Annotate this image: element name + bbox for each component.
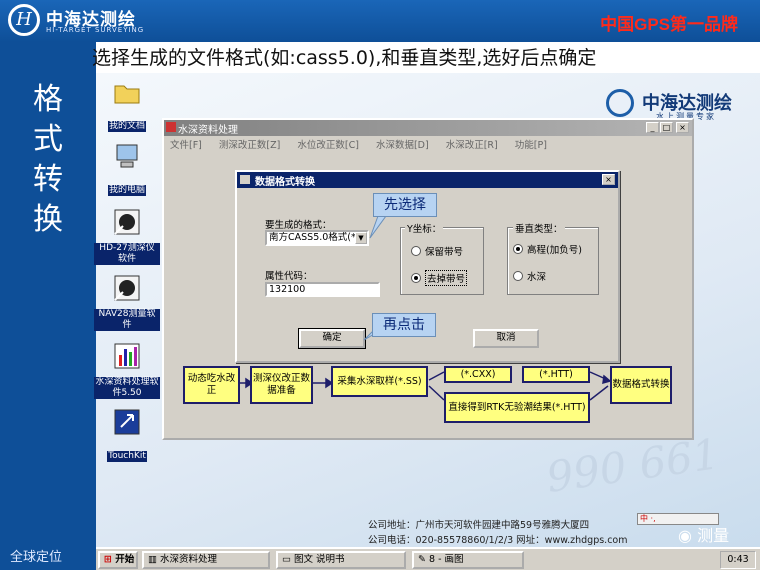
slide-section-title: 格式转换 — [33, 82, 63, 237]
desktop-icon-nav28[interactable]: NAV28测量软件 — [94, 273, 160, 331]
desktop-icon-label: TouchKit — [107, 451, 147, 462]
task-paint[interactable]: ✎ 8 - 画图 — [412, 551, 524, 569]
desktop-brand-logo-icon — [606, 89, 634, 117]
wechat-watermark: ◉ 测量 — [678, 522, 729, 546]
task-label: 水深资料处理 — [160, 554, 218, 565]
dialog-titlebar[interactable]: 数据格式转换 × — [237, 172, 618, 188]
touchkit-icon — [114, 409, 140, 435]
desktop-icon-my-documents[interactable]: 我的文档 — [94, 77, 160, 132]
chart-app-icon: ▥ — [148, 554, 157, 565]
main-window-title: 水深资料处理 — [178, 125, 238, 136]
company-address: 公司地址：广州市天河软件园建中路59号雅腾大厦四 — [368, 520, 590, 531]
format-label: 要生成的格式： — [265, 220, 332, 231]
dialog-title: 数据格式转换 — [255, 177, 315, 188]
attribute-code-label: 属性代码： — [265, 271, 313, 282]
desktop-icon-label: 水深资料处理软件5.50 — [94, 377, 160, 399]
menu-file[interactable]: 文件[F] — [166, 137, 202, 151]
windows-logo-icon: ⊞ — [104, 554, 112, 565]
main-menubar: 文件[F] 测深改正数[Z] 水位改正数[C] 水深数据[D] 水深改正[R] … — [166, 137, 690, 152]
folder-icon: ▭ — [282, 554, 291, 565]
flow-sample-depth: 采集水深取样(*.SS) — [331, 366, 428, 397]
radio-icon — [411, 246, 421, 256]
menu-depth-data[interactable]: 水深数据[D] — [372, 137, 429, 151]
desktop-icon-label: 我的文档 — [107, 121, 146, 132]
wechat-label: 测量 — [697, 526, 730, 545]
start-button[interactable]: ⊞ 开始 — [98, 551, 138, 569]
radio-label: 水深 — [527, 272, 547, 283]
cancel-button[interactable]: 取消 — [473, 329, 539, 348]
callout-click-then: 再点击 — [372, 313, 436, 337]
dialog-app-icon — [240, 175, 250, 184]
desktop-icon-touchkit[interactable]: TouchKit — [94, 407, 160, 462]
company-logo-english: HI-TARGET SURVEYING — [46, 26, 145, 34]
menu-depth-correction[interactable]: 水深改正[R] — [442, 137, 498, 151]
desktop-icon-my-computer[interactable]: 我的电脑 — [94, 141, 160, 196]
y-coordinate-group-title: Y坐标： — [405, 221, 444, 235]
radio-elevation[interactable]: 高程(加负号) — [513, 242, 582, 256]
maximize-button[interactable]: □ — [660, 122, 673, 133]
flow-arrow-icon — [602, 374, 612, 385]
radio-icon — [513, 271, 523, 281]
brand-slogan: 中国GPS第一品牌 — [600, 15, 738, 34]
radio-label: 保留带号 — [425, 247, 464, 258]
app-icon — [166, 122, 176, 132]
desktop-icon-label: NAV28测量软件 — [94, 309, 160, 331]
close-button[interactable]: × — [676, 122, 689, 133]
task-manual[interactable]: ▭ 图文 说明书 — [276, 551, 406, 569]
paint-icon: ✎ — [418, 554, 426, 565]
menu-functions[interactable]: 功能[P] — [511, 137, 547, 151]
slide-instruction: 选择生成的文件格式(如:cass5.0),和垂直类型,选好后点确定 — [92, 47, 597, 69]
minimize-button[interactable]: _ — [646, 122, 659, 133]
wechat-icon: ◉ — [678, 526, 692, 545]
desktop-icon-label: HD-27测深仪软件 — [94, 243, 160, 265]
radio-label: 高程(加负号) — [527, 245, 582, 256]
slide-footer-text: 全球定位 — [10, 550, 63, 565]
taskbar: ⊞ 开始 ▥ 水深资料处理 ▭ 图文 说明书 ✎ 8 - 画图 0:43 — [96, 547, 760, 570]
menu-tide-correction[interactable]: 水位改正数[C] — [293, 137, 359, 151]
taskbar-clock: 0:43 — [720, 551, 756, 569]
dialog-close-button[interactable]: × — [602, 174, 615, 185]
radio-remove-zone[interactable]: 去掉带号 — [411, 270, 468, 286]
menu-sounder-correction[interactable]: 测深改正数[Z] — [215, 137, 280, 151]
chart-app-icon — [114, 343, 140, 369]
flow-cxx: (*.CXX) — [444, 366, 512, 383]
radio-label: 去掉带号 — [425, 270, 468, 286]
desktop-icon-label: 我的电脑 — [107, 185, 146, 196]
task-label: 图文 说明书 — [294, 554, 345, 565]
nav-icon — [114, 275, 140, 301]
main-window-titlebar[interactable]: 水深资料处理 _ □ × — [164, 120, 692, 136]
vertical-type-group-title: 垂直类型： — [513, 221, 565, 235]
vertical-type-group — [507, 227, 599, 295]
radio-selected-icon — [411, 273, 421, 283]
task-water-depth[interactable]: ▥ 水深资料处理 — [142, 551, 270, 569]
folder-icon — [114, 85, 140, 104]
radio-keep-zone[interactable]: 保留带号 — [411, 244, 463, 258]
task-label: 8 - 画图 — [429, 554, 464, 565]
flow-htt: (*.HTT) — [522, 366, 590, 383]
flow-format-convert: 数据格式转换 — [610, 366, 672, 404]
computer-icon — [116, 144, 138, 168]
start-label: 开始 — [115, 554, 135, 565]
flow-sounder-prep: 测深仪改正数据准备 — [250, 366, 313, 404]
sounder-icon — [114, 209, 140, 235]
flow-rtk-result: 直接得到RTK无验潮结果(*.HTT) — [444, 392, 590, 423]
flow-dynamic-draft: 动态吃水改正 — [183, 366, 240, 404]
company-phone: 公司电话：020-85578860/1/2/3 网址：www.zhdgps.co… — [368, 535, 628, 546]
radio-depth[interactable]: 水深 — [513, 269, 546, 283]
company-logo-icon: H — [8, 4, 40, 36]
radio-selected-icon — [513, 244, 523, 254]
desktop-icon-hd27[interactable]: HD-27测深仪软件 — [94, 207, 160, 265]
callout-select-first: 先选择 — [373, 193, 437, 217]
desktop-icon-water-depth[interactable]: 水深资料处理软件5.50 — [94, 341, 160, 399]
desktop-watermark: 990 661 — [543, 429, 723, 502]
